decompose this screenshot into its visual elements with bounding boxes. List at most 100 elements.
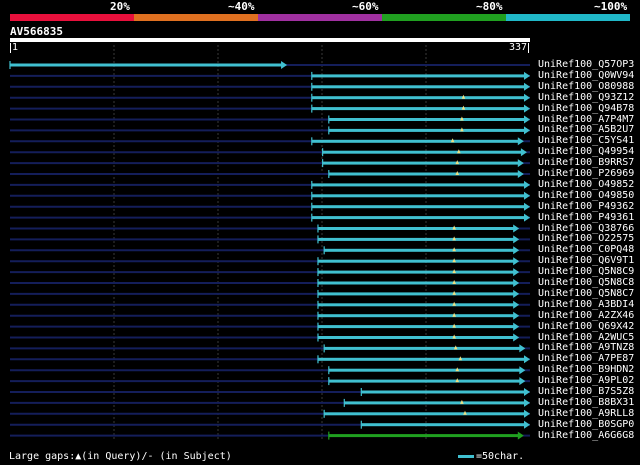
hit-label[interactable]: UniRef100_B8BX31: [538, 397, 634, 408]
hit-bar: [317, 270, 515, 274]
hit-arrow-icon: [517, 159, 524, 168]
hit-bar: [311, 139, 519, 143]
hit-bar: [328, 128, 525, 132]
hit-label[interactable]: UniRef100_A9TNZ8: [538, 342, 634, 353]
hit-label[interactable]: UniRef100_A2ZX46: [538, 310, 634, 321]
hit-arrow-icon: [524, 420, 530, 429]
hit-arrow-icon: [513, 311, 520, 320]
hit-bar: [311, 74, 525, 78]
large-gaps-legend: Large gaps:▲(in Query)/- (in Subject): [9, 451, 232, 462]
hit-bar: [317, 325, 515, 329]
hit-label[interactable]: UniRef100_B7S5Z8: [538, 386, 634, 397]
hit-arrow-icon: [524, 115, 530, 124]
hit-bar: [324, 412, 525, 416]
hit-bar: [322, 150, 522, 154]
hit-bar: [311, 107, 525, 111]
hit-label[interactable]: UniRef100_Q6V9T1: [538, 255, 634, 266]
hit-label[interactable]: UniRef100_Q5N8C9: [538, 266, 634, 277]
hit-arrow-icon: [513, 300, 520, 309]
hit-label[interactable]: UniRef100_A5B2U7: [538, 124, 634, 135]
hit-arrow-icon: [517, 170, 524, 178]
hit-label[interactable]: UniRef100_A2WUC5: [538, 332, 634, 343]
hit-label[interactable]: UniRef100_A9PL02: [538, 375, 634, 386]
hit-arrow-icon: [524, 126, 530, 135]
hit-label[interactable]: UniRef100_P49361: [538, 212, 634, 223]
hit-arrow-icon: [519, 366, 526, 375]
hit-bar: [317, 336, 515, 339]
hit-bar: [324, 248, 515, 252]
hit-arrow-icon: [513, 289, 520, 298]
hit-arrow-icon: [524, 180, 530, 189]
hit-bar: [311, 205, 525, 209]
hit-bar: [317, 259, 515, 263]
hit-arrow-icon: [524, 191, 530, 200]
hit-label[interactable]: UniRef100_B9HDN2: [538, 364, 634, 375]
hit-arrow-icon: [513, 257, 520, 266]
hit-label[interactable]: UniRef100_B0SGP0: [538, 419, 634, 430]
hit-bar: [317, 357, 525, 361]
hit-label[interactable]: UniRef100_Q5N8C7: [538, 288, 634, 299]
hit-arrow-icon: [513, 322, 520, 331]
hit-label[interactable]: UniRef100_O49850: [538, 190, 634, 201]
hit-bar: [317, 292, 515, 296]
hit-arrow-icon: [524, 388, 530, 396]
hit-arrow-icon: [519, 344, 526, 353]
hit-arrow-icon: [281, 61, 288, 69]
hit-arrow-icon: [524, 355, 530, 364]
hit-bar: [317, 281, 515, 285]
hit-label[interactable]: UniRef100_C0PQ48: [538, 244, 634, 255]
scale-legend-text: =50char.: [476, 451, 525, 462]
hit-arrow-icon: [524, 71, 530, 80]
hit-arrow-icon: [513, 333, 520, 342]
hit-label[interactable]: UniRef100_O49852: [538, 179, 634, 190]
hit-arrow-icon: [524, 93, 530, 102]
hit-arrow-icon: [517, 431, 524, 440]
hit-arrow-icon: [524, 82, 530, 91]
legend-swatch-icon: [458, 454, 474, 458]
hit-label[interactable]: UniRef100_P49362: [538, 201, 634, 212]
hit-bar: [311, 216, 525, 220]
hit-label[interactable]: UniRef100_O80988: [538, 81, 634, 92]
hit-bar: [322, 161, 519, 165]
hit-arrow-icon: [513, 224, 520, 233]
hit-bar: [10, 63, 283, 67]
hit-bar: [328, 118, 525, 121]
hit-label[interactable]: UniRef100_A7PE87: [538, 353, 634, 364]
hit-label[interactable]: UniRef100_A3BDI4: [538, 299, 634, 310]
hit-label[interactable]: UniRef100_Q93Z12: [538, 92, 634, 103]
hit-label[interactable]: UniRef100_Q5N8C8: [538, 277, 634, 288]
hit-label[interactable]: UniRef100_Q0WV94: [538, 70, 634, 81]
hit-label[interactable]: UniRef100_Q94B78: [538, 103, 634, 114]
hit-label[interactable]: UniRef100_B9RRS7: [538, 157, 634, 168]
hit-label[interactable]: UniRef100_Q69X42: [538, 321, 634, 332]
hit-label[interactable]: UniRef100_C5YS41: [538, 135, 634, 146]
hit-bar: [317, 303, 515, 307]
hit-label[interactable]: UniRef100_P26969: [538, 168, 634, 179]
hit-label[interactable]: UniRef100_Q38766: [538, 223, 634, 234]
hit-bar: [311, 183, 525, 187]
hit-bar: [311, 194, 525, 198]
hit-arrow-icon: [513, 246, 520, 255]
hit-arrow-icon: [524, 409, 530, 418]
hit-arrow-icon: [520, 148, 527, 157]
hit-arrow-icon: [513, 268, 520, 277]
hit-bar: [311, 96, 525, 100]
hit-bar: [317, 227, 515, 230]
hit-bar: [317, 237, 515, 241]
hit-arrow-icon: [517, 137, 524, 146]
hit-bar: [361, 423, 525, 427]
hit-label[interactable]: UniRef100_A7P4M7: [538, 114, 634, 125]
hit-label[interactable]: UniRef100_Q49954: [538, 146, 634, 157]
hit-arrow-icon: [524, 398, 530, 407]
hit-bar: [361, 390, 525, 394]
hit-label[interactable]: UniRef100_A6G6G8: [538, 430, 634, 441]
hit-bar: [311, 85, 525, 89]
hit-arrow-icon: [519, 377, 526, 386]
hit-bar: [328, 172, 519, 176]
hit-arrow-icon: [513, 279, 520, 287]
hit-arrow-icon: [524, 202, 530, 211]
hit-label[interactable]: UniRef100_Q57OP3: [538, 59, 634, 70]
hit-label[interactable]: UniRef100_O22575: [538, 233, 634, 244]
hit-arrow-icon: [524, 213, 530, 222]
hit-label[interactable]: UniRef100_A9RLL8: [538, 408, 634, 419]
